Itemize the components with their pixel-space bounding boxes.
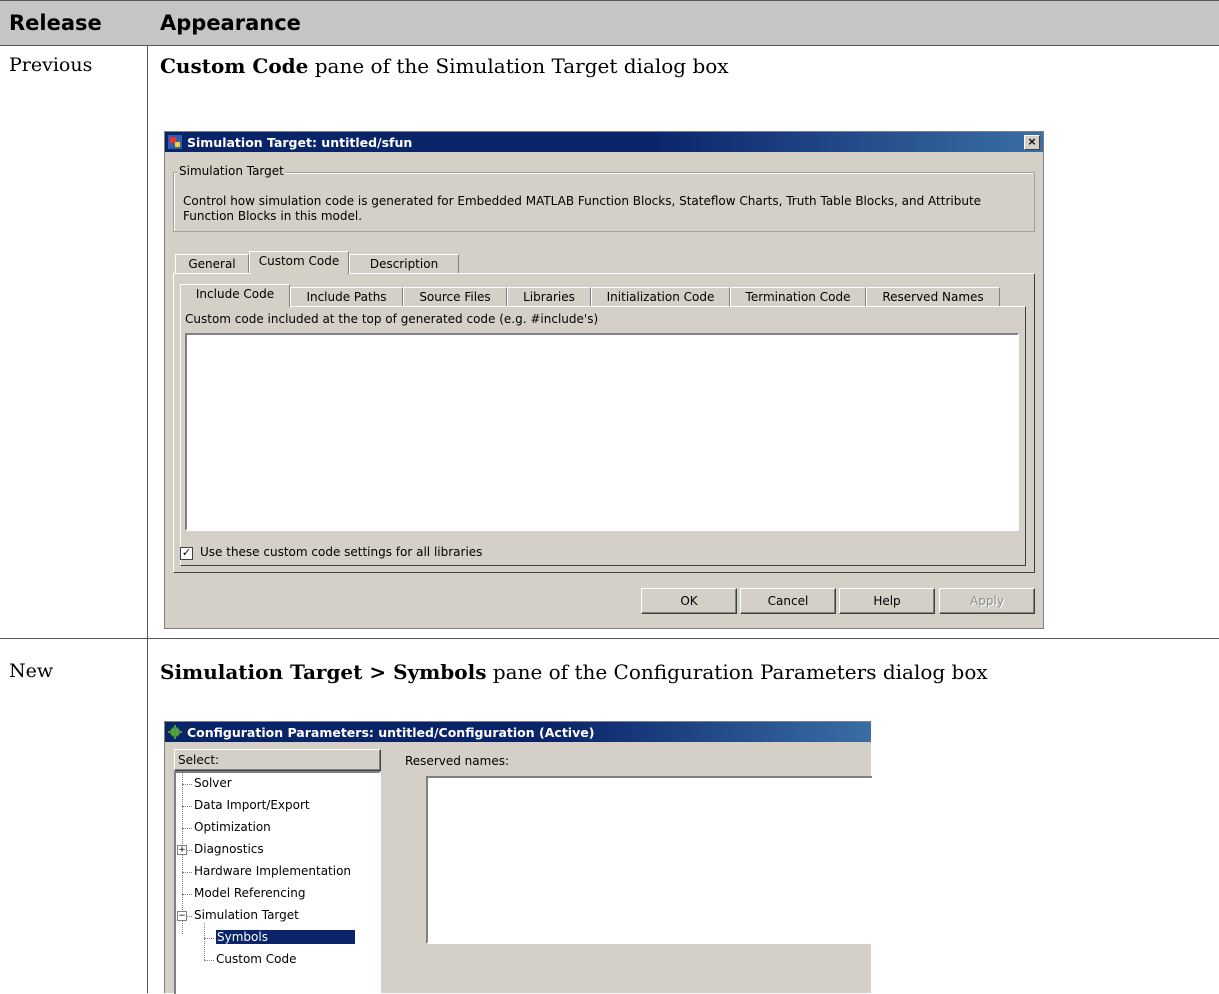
- tree-item-hardware-implementation[interactable]: Hardware Implementation: [194, 864, 351, 878]
- expand-plus-icon[interactable]: +: [177, 845, 187, 855]
- subtab-libraries[interactable]: Libraries: [507, 287, 591, 307]
- group-description-line1: Control how simulation code is generated…: [183, 194, 982, 208]
- tree-item-optimization[interactable]: Optimization: [194, 820, 271, 834]
- tree-item-simulation-target[interactable]: Simulation Target: [194, 908, 299, 922]
- tree-item-model-referencing[interactable]: Model Referencing: [194, 886, 305, 900]
- dialog-title: Configuration Parameters: untitled/Confi…: [187, 725, 595, 740]
- include-code-panel: Custom code included at the top of gener…: [180, 306, 1026, 566]
- apply-button[interactable]: Apply: [939, 588, 1035, 614]
- row-divider: [0, 638, 1219, 639]
- tree-item-custom-code[interactable]: Custom Code: [216, 952, 297, 966]
- subtab-source-files[interactable]: Source Files: [403, 287, 507, 307]
- group-label: Simulation Target: [177, 164, 286, 178]
- cancel-button[interactable]: Cancel: [740, 588, 836, 614]
- subtab-termination-code[interactable]: Termination Code: [730, 287, 866, 307]
- select-header: Select:: [174, 749, 381, 771]
- tree-item-diagnostics[interactable]: Diagnostics: [194, 842, 264, 856]
- collapse-minus-icon[interactable]: −: [177, 911, 187, 921]
- appearance-new: Simulation Target > Symbols pane of the …: [160, 660, 988, 684]
- dialog-title-bar: Simulation Target: untitled/sfun ×: [165, 132, 1043, 152]
- checkbox-label: Use these custom code settings for all l…: [200, 545, 483, 559]
- subtab-reserved-names[interactable]: Reserved Names: [866, 287, 1000, 307]
- tree-item-symbols[interactable]: Symbols: [216, 930, 355, 944]
- tab-custom-code[interactable]: Custom Code: [249, 251, 349, 274]
- table-header: Release Appearance: [0, 0, 1219, 46]
- simulation-target-dialog: Simulation Target: untitled/sfun × Simul…: [164, 131, 1044, 629]
- reserved-names-textarea[interactable]: [426, 776, 872, 944]
- gear-icon: [168, 725, 182, 739]
- subtab-include-code[interactable]: Include Code: [180, 284, 290, 307]
- tree-item-solver[interactable]: Solver: [194, 776, 232, 790]
- simulink-icon: [168, 135, 182, 149]
- appearance-previous: Custom Code pane of the Simulation Targe…: [160, 54, 729, 78]
- help-button[interactable]: Help: [839, 588, 935, 614]
- checkbox-all-libraries[interactable]: ✓: [180, 547, 193, 560]
- ok-button[interactable]: OK: [641, 588, 737, 614]
- close-button[interactable]: ×: [1024, 135, 1040, 150]
- dialog-title: Simulation Target: untitled/sfun: [187, 135, 413, 150]
- subtab-include-paths[interactable]: Include Paths: [290, 287, 403, 307]
- header-release: Release: [9, 11, 102, 35]
- tree-item-data-import-export[interactable]: Data Import/Export: [194, 798, 310, 812]
- dialog-title-bar: Configuration Parameters: untitled/Confi…: [165, 722, 871, 742]
- tab-general[interactable]: General: [175, 254, 249, 274]
- release-previous: Previous: [9, 54, 93, 76]
- column-divider: [147, 46, 148, 993]
- group-description-line2: Function Blocks in this model.: [183, 209, 363, 223]
- navigation-tree: Solver Data Import/Export Optimization +…: [174, 771, 381, 994]
- custom-code-textarea[interactable]: [185, 333, 1019, 531]
- custom-code-panel: Include Code Include Paths Source Files …: [173, 273, 1035, 573]
- configuration-parameters-dialog: Configuration Parameters: untitled/Confi…: [164, 721, 872, 994]
- tab-description[interactable]: Description: [349, 254, 459, 274]
- subtab-initialization-code[interactable]: Initialization Code: [591, 287, 730, 307]
- header-appearance: Appearance: [160, 11, 301, 35]
- reserved-names-label: Reserved names:: [405, 754, 509, 768]
- release-new: New: [9, 660, 54, 682]
- code-label: Custom code included at the top of gener…: [185, 312, 599, 326]
